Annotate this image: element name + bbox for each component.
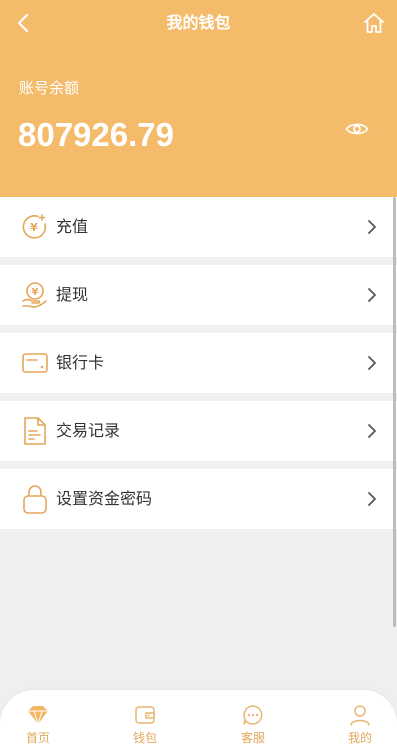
svg-text:¥: ¥ [32, 287, 39, 298]
tab-label: 首页 [25, 731, 50, 745]
tab-profile[interactable]: 我的 [330, 702, 390, 748]
chevron-right-icon [365, 354, 379, 372]
bottom-tab-bar: 首页 钱包 客服 我的 [0, 690, 397, 751]
recharge-coin-icon: ¥ [20, 212, 50, 242]
page-title: 我的钱包 [166, 13, 231, 32]
home-button[interactable] [361, 10, 387, 36]
menu-item-recharge[interactable]: ¥ 充值 [0, 197, 397, 257]
lock-icon [20, 484, 50, 514]
document-icon [20, 416, 50, 446]
withdraw-hand-icon: ¥ [20, 280, 50, 310]
tab-home[interactable]: 首页 [8, 702, 68, 748]
menu-item-label: 充值 [56, 217, 89, 236]
chat-icon [223, 702, 283, 728]
scrollbar[interactable] [393, 197, 396, 627]
menu-item-bank-card[interactable]: 银行卡 [0, 333, 397, 393]
balance-value: 807926.79 [18, 116, 174, 153]
menu-item-label: 交易记录 [56, 421, 121, 440]
user-icon [330, 702, 390, 728]
balance-label: 账号余额 [19, 79, 80, 97]
home-icon [364, 13, 384, 33]
tab-label: 我的 [347, 731, 372, 745]
wallet-icon [115, 702, 175, 728]
menu-item-withdraw[interactable]: ¥ 提现 [0, 265, 397, 325]
chevron-right-icon [365, 286, 379, 304]
tab-label: 钱包 [132, 731, 157, 745]
menu-item-set-fund-password[interactable]: 设置资金密码 [0, 469, 397, 529]
svg-text:¥: ¥ [30, 221, 38, 234]
toggle-balance-visibility-button[interactable] [343, 117, 371, 141]
tab-wallet[interactable]: 钱包 [115, 702, 175, 748]
menu-item-label: 设置资金密码 [56, 489, 153, 508]
tab-customer-service[interactable]: 客服 [223, 702, 283, 748]
chevron-right-icon [365, 490, 379, 508]
menu-item-transaction-records[interactable]: 交易记录 [0, 401, 397, 461]
chevron-right-icon [365, 422, 379, 440]
wallet-header: 我的钱包 账号余额 807926.79 [0, 0, 397, 197]
bank-card-icon [20, 348, 50, 378]
tab-label: 客服 [240, 731, 265, 745]
diamond-icon [8, 702, 68, 728]
chevron-right-icon [365, 218, 379, 236]
menu-item-label: 提现 [56, 285, 89, 304]
eye-icon [345, 123, 369, 135]
menu-item-label: 银行卡 [56, 353, 105, 372]
